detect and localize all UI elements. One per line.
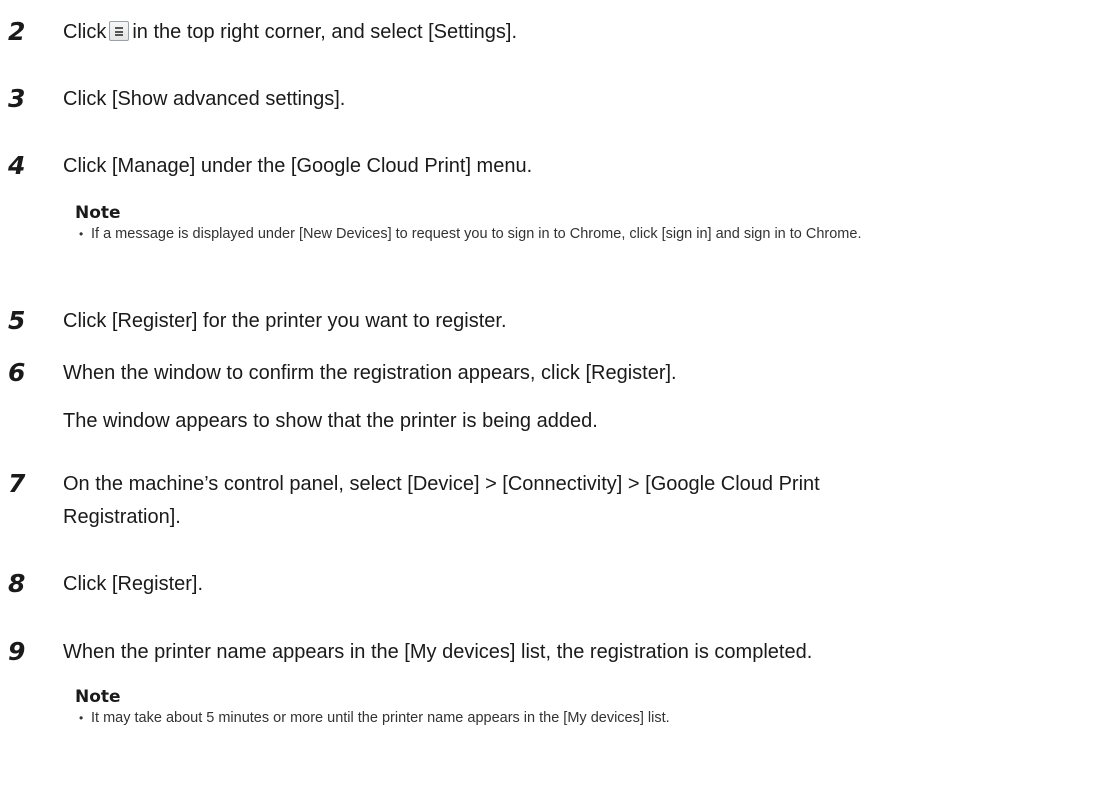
- step-instruction: Click [Manage] under the [Google Cloud P…: [63, 155, 533, 177]
- step-number: 8: [8, 569, 26, 598]
- step-instruction: When the window to confirm the registrat…: [63, 362, 677, 384]
- step-number: 6: [8, 358, 26, 387]
- step-number: 7: [8, 469, 26, 498]
- step-instruction: When the printer name appears in the [My…: [63, 641, 813, 663]
- step-instruction: Click [Show advanced settings].: [63, 88, 346, 110]
- note-box: Note • If a message is displayed under […: [75, 202, 1095, 245]
- bullet-icon: •: [79, 227, 84, 241]
- step-result-text: The window appears to show that the prin…: [63, 410, 598, 432]
- step-number: 4: [8, 151, 26, 180]
- step-text-before-icon: Click: [63, 21, 107, 43]
- step-instruction: Click [Register].: [63, 573, 204, 595]
- step-number: 9: [8, 637, 26, 666]
- step-number: 2: [8, 17, 26, 46]
- note-item-text: If a message is displayed under [New Dev…: [91, 226, 862, 242]
- step-instruction: Click in the top right corner, and select…: [63, 16, 1093, 49]
- bullet-icon: •: [79, 711, 84, 725]
- step-text-after-icon: in the top right corner, and select [Set…: [132, 21, 518, 43]
- hamburger-menu-icon: [109, 21, 130, 41]
- note-item: • If a message is displayed under [New D…: [75, 224, 1095, 245]
- note-title: Note: [75, 203, 121, 223]
- note-item: • It may take about 5 minutes or more un…: [75, 708, 1095, 729]
- step-number: 3: [8, 84, 26, 113]
- step-instruction: Click [Register] for the printer you wan…: [63, 310, 507, 332]
- note-item-text: It may take about 5 minutes or more unti…: [91, 710, 670, 726]
- step-number: 5: [8, 306, 26, 335]
- note-title: Note: [75, 687, 121, 707]
- step-instruction: On the machine’s control panel, select […: [63, 473, 820, 528]
- note-box: Note • It may take about 5 minutes or mo…: [75, 686, 1095, 729]
